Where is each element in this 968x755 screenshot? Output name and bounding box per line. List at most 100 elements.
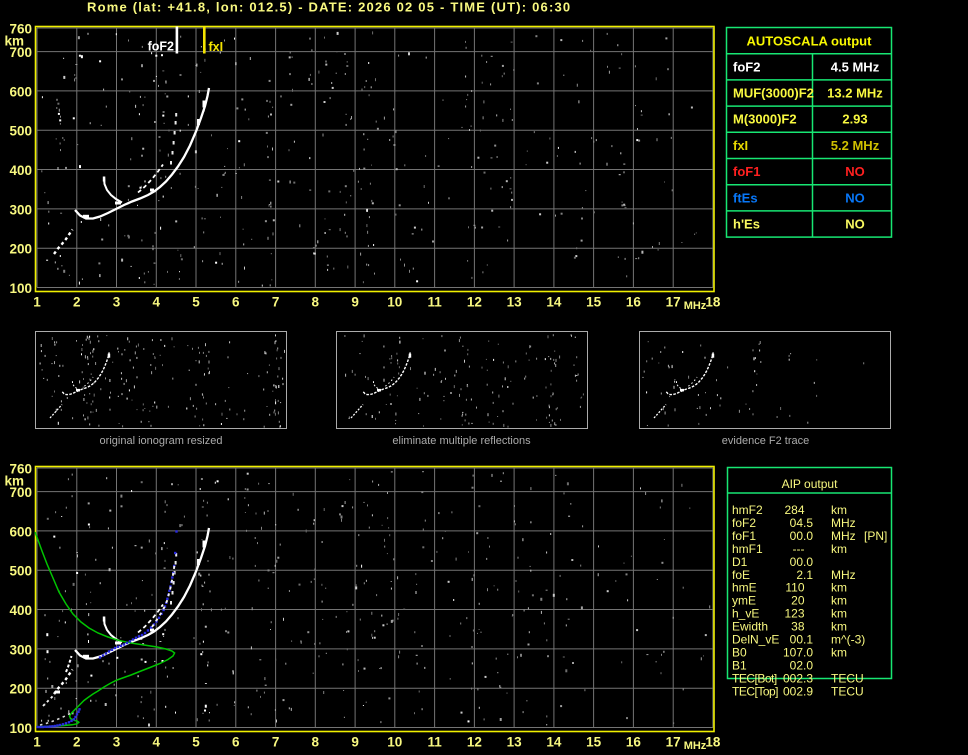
svg-text:foE: foE	[732, 568, 750, 582]
svg-text:11: 11	[427, 295, 442, 310]
svg-text:17: 17	[666, 295, 681, 310]
svg-text:km: km	[831, 503, 847, 517]
svg-text:foF2: foF2	[732, 516, 756, 530]
svg-text:---: ---	[793, 542, 805, 556]
svg-text:3: 3	[113, 735, 121, 750]
svg-text:AIP output: AIP output	[782, 477, 838, 491]
svg-text:00.0: 00.0	[790, 555, 814, 569]
svg-text:ymE: ymE	[732, 594, 756, 608]
svg-text:km: km	[831, 607, 847, 621]
svg-text:Ewidth: Ewidth	[732, 620, 768, 634]
svg-text:1: 1	[33, 295, 41, 310]
svg-text:15: 15	[586, 735, 602, 750]
svg-text:4: 4	[153, 295, 161, 310]
svg-text:300: 300	[9, 642, 32, 657]
svg-text:km: km	[831, 594, 847, 608]
svg-text:km: km	[831, 581, 847, 595]
svg-text:002.3: 002.3	[783, 671, 813, 685]
svg-text:km: km	[4, 33, 24, 48]
svg-text:6: 6	[232, 735, 240, 750]
svg-text:400: 400	[9, 603, 32, 618]
svg-text:38: 38	[791, 620, 805, 634]
svg-text:20: 20	[791, 594, 805, 608]
svg-text:284: 284	[784, 503, 804, 517]
svg-text:km: km	[831, 646, 847, 660]
svg-text:200: 200	[9, 682, 32, 697]
svg-text:MHz: MHz	[831, 568, 856, 582]
svg-text:12: 12	[467, 295, 482, 310]
svg-text:NO: NO	[845, 190, 865, 205]
svg-text:7: 7	[272, 295, 280, 310]
svg-text:10: 10	[387, 295, 402, 310]
svg-text:hmF1: hmF1	[732, 542, 763, 556]
svg-text:MHz: MHz	[684, 740, 707, 752]
svg-text:foF1: foF1	[733, 164, 760, 179]
svg-text:500: 500	[9, 564, 32, 579]
svg-text:[PN]: [PN]	[864, 529, 887, 543]
svg-text:h_vE: h_vE	[732, 607, 759, 621]
svg-text:h'Es: h'Es	[733, 217, 760, 232]
svg-text:9: 9	[351, 295, 359, 310]
svg-text:2: 2	[73, 735, 81, 750]
svg-text:107.0: 107.0	[783, 646, 813, 660]
svg-text:5.2 MHz: 5.2 MHz	[831, 138, 880, 153]
svg-text:evidence F2 trace: evidence F2 trace	[722, 435, 809, 447]
svg-text:km: km	[831, 620, 847, 634]
svg-text:16: 16	[626, 735, 642, 750]
svg-text:8: 8	[312, 735, 320, 750]
svg-text:400: 400	[9, 163, 32, 178]
svg-text:16: 16	[626, 295, 642, 310]
svg-text:9: 9	[351, 735, 359, 750]
svg-text:D1: D1	[732, 555, 748, 569]
svg-text:Rome (lat: +41.8, lon: 012.5): Rome (lat: +41.8, lon: 012.5) - DATE: 20…	[87, 0, 571, 15]
svg-text:123: 123	[784, 607, 804, 621]
svg-text:00.1: 00.1	[790, 633, 814, 647]
svg-text:B1: B1	[732, 658, 747, 672]
svg-text:200: 200	[9, 242, 32, 257]
svg-text:5: 5	[192, 295, 200, 310]
svg-text:600: 600	[9, 84, 32, 99]
svg-text:5: 5	[192, 735, 200, 750]
svg-text:TECU: TECU	[831, 684, 864, 698]
svg-text:DelN_vE: DelN_vE	[732, 633, 779, 647]
svg-text:100: 100	[9, 721, 32, 736]
svg-text:13.2 MHz: 13.2 MHz	[827, 86, 883, 101]
svg-text:MHz: MHz	[831, 516, 856, 530]
svg-text:M(3000)F2: M(3000)F2	[733, 112, 797, 127]
svg-text:MHz: MHz	[831, 529, 856, 543]
svg-text:km: km	[831, 542, 847, 556]
svg-text:AUTOSCALA output: AUTOSCALA output	[747, 34, 873, 49]
svg-text:MHz: MHz	[684, 300, 707, 312]
svg-text:500: 500	[9, 124, 32, 139]
svg-text:13: 13	[507, 735, 523, 750]
svg-text:14: 14	[546, 295, 562, 310]
svg-text:2.1: 2.1	[796, 568, 813, 582]
svg-text:1: 1	[33, 735, 41, 750]
svg-text:ftEs: ftEs	[733, 190, 758, 205]
svg-text:02.0: 02.0	[790, 658, 814, 672]
svg-text:7: 7	[272, 735, 280, 750]
svg-text:fxI: fxI	[733, 138, 748, 153]
svg-text:17: 17	[666, 735, 681, 750]
svg-text:eliminate multiple reflections: eliminate multiple reflections	[392, 435, 531, 447]
svg-text:original ionogram resized: original ionogram resized	[100, 435, 223, 447]
svg-text:NO: NO	[845, 217, 865, 232]
svg-text:100: 100	[9, 281, 32, 296]
svg-text:12: 12	[467, 735, 482, 750]
svg-text:2.93: 2.93	[842, 112, 867, 127]
svg-text:foF2: foF2	[148, 40, 174, 54]
svg-text:15: 15	[586, 295, 602, 310]
svg-text:18: 18	[705, 295, 721, 310]
svg-text:TEC[Top]: TEC[Top]	[732, 684, 778, 698]
svg-text:km: km	[4, 473, 24, 488]
svg-text:002.9: 002.9	[783, 684, 813, 698]
svg-text:TECU: TECU	[831, 671, 864, 685]
svg-text:14: 14	[546, 735, 562, 750]
svg-text:hmF2: hmF2	[732, 503, 763, 517]
svg-text:110: 110	[785, 581, 804, 595]
svg-text:6: 6	[232, 295, 240, 310]
svg-text:11: 11	[427, 735, 442, 750]
svg-text:600: 600	[9, 524, 32, 539]
svg-text:B0: B0	[732, 646, 747, 660]
svg-text:300: 300	[9, 202, 32, 217]
